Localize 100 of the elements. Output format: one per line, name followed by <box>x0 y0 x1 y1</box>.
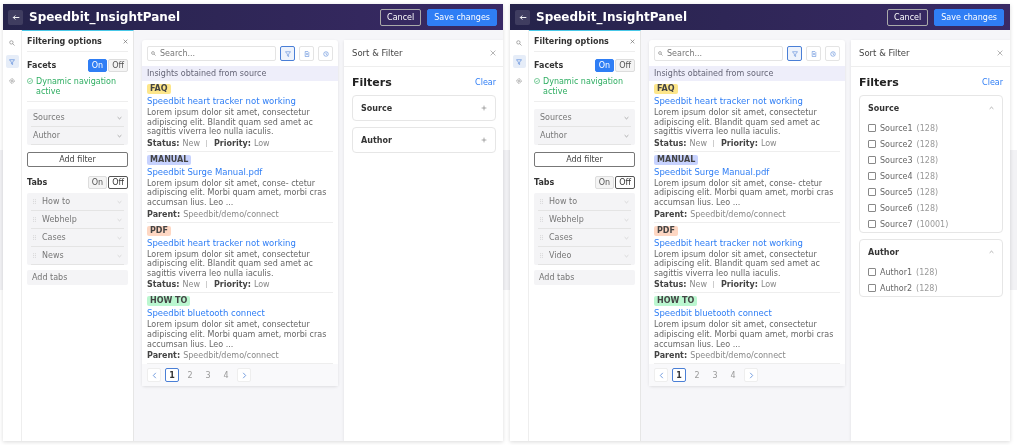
close-icon[interactable] <box>490 50 496 56</box>
tabs-label: Tabs <box>534 178 555 188</box>
facet-dropdown[interactable]: Author <box>538 127 631 146</box>
clock-icon[interactable] <box>825 46 840 61</box>
filter-icon[interactable] <box>787 46 802 61</box>
toggle-option[interactable]: Off <box>108 176 128 190</box>
facet-dropdown[interactable]: Sources <box>31 109 124 128</box>
checkbox[interactable] <box>868 268 876 276</box>
option-count: (128) <box>916 171 939 181</box>
option-count: (10001) <box>916 219 949 229</box>
chevron-up-icon[interactable] <box>989 106 994 110</box>
meta-label: Status: <box>654 280 687 290</box>
previous-page-button[interactable] <box>654 368 668 383</box>
section-title: Source <box>361 103 393 113</box>
type-tag: FAQ <box>654 84 678 94</box>
tab-item[interactable]: Video <box>538 247 631 266</box>
previous-page-button[interactable] <box>147 368 161 383</box>
filter-icon[interactable] <box>512 55 526 68</box>
page-button[interactable]: 2 <box>183 368 197 383</box>
meta-value: New <box>182 138 200 148</box>
checkbox[interactable] <box>868 188 876 196</box>
tab-item[interactable]: News <box>31 247 124 266</box>
tab-item[interactable]: Cases <box>31 229 124 248</box>
next-page-button[interactable] <box>744 368 758 383</box>
checkbox[interactable] <box>868 284 876 292</box>
checkbox[interactable] <box>868 124 876 132</box>
filter-icon[interactable] <box>5 55 19 68</box>
close-icon[interactable] <box>123 38 128 44</box>
meta-label: Status: <box>147 280 180 290</box>
result-link[interactable]: Speedbit bluetooth connect <box>654 308 772 319</box>
add-tabs-field[interactable]: Add tabs <box>27 270 128 286</box>
tab-item[interactable]: How to <box>31 193 124 212</box>
checkbox[interactable] <box>868 156 876 164</box>
result-link[interactable]: Speedbit Surge Manual.pdf <box>654 166 770 177</box>
facet-dropdown[interactable]: Author <box>31 127 124 146</box>
meta-value: New <box>182 280 200 290</box>
tab-item[interactable]: Webhelp <box>538 211 631 230</box>
add-filter-button[interactable]: Add filter <box>534 152 635 168</box>
page-button[interactable]: 3 <box>201 368 215 383</box>
facet-dropdown[interactable]: Sources <box>538 109 631 128</box>
chevron-down-icon <box>624 133 629 138</box>
add-filter-button[interactable]: Add filter <box>27 152 128 168</box>
back-button[interactable] <box>8 9 23 25</box>
panel-title: Sort & Filter <box>859 48 910 58</box>
add-tabs-field[interactable]: Add tabs <box>534 270 635 286</box>
page-button[interactable]: 4 <box>219 368 233 383</box>
toggle-option[interactable]: Off <box>615 176 635 190</box>
search-field[interactable]: Search... <box>147 46 276 61</box>
search-field[interactable]: Search... <box>654 46 783 61</box>
toggle-option[interactable]: On <box>87 59 108 72</box>
close-icon[interactable] <box>997 50 1003 56</box>
meta-label: Priority: <box>720 138 758 148</box>
clear-link[interactable]: Clear <box>982 78 1003 87</box>
clear-link[interactable]: Clear <box>475 78 496 87</box>
chevron-up-icon[interactable] <box>989 250 994 254</box>
facets-label: Facets <box>27 61 57 70</box>
next-page-button[interactable] <box>237 368 251 383</box>
result-link[interactable]: Speedbit Surge Manual.pdf <box>147 166 263 177</box>
page-button[interactable]: 3 <box>708 368 722 383</box>
result-link[interactable]: Speedbit heart tracker not working <box>147 96 296 106</box>
result-link[interactable]: Speedbit heart tracker not working <box>147 237 296 248</box>
page-button[interactable]: 2 <box>690 368 704 383</box>
tab-item[interactable]: Cases <box>538 229 631 248</box>
cancel-button[interactable]: Cancel <box>380 8 422 26</box>
tab-item[interactable]: How to <box>538 193 631 212</box>
page-button[interactable]: 4 <box>726 368 740 383</box>
close-icon[interactable] <box>630 38 635 44</box>
result-snippet: Lorem ipsum dolor sit amet, consectetur adipiscing elit. Blandit quam sed amet ac sagittis viverra leo nulla iaculis. <box>654 108 821 137</box>
toggle-option[interactable]: Off <box>615 59 635 72</box>
result-link[interactable]: Speedbit bluetooth connect <box>147 308 265 319</box>
toggle-option[interactable]: Off <box>108 59 128 72</box>
plus-icon[interactable] <box>481 105 487 111</box>
back-button[interactable] <box>515 9 530 25</box>
tab-item[interactable]: Webhelp <box>31 211 124 230</box>
page-button[interactable]: 1 <box>165 368 179 383</box>
meta-label: Status: <box>654 138 687 148</box>
meta-label: Parent: <box>654 351 688 361</box>
meta-label: Priority: <box>213 280 251 290</box>
plus-icon[interactable] <box>481 137 487 143</box>
result-link[interactable]: Speedbit heart tracker not working <box>654 237 803 248</box>
toggle-option[interactable]: On <box>87 176 108 190</box>
checkbox[interactable] <box>868 140 876 148</box>
checkbox[interactable] <box>868 220 876 228</box>
result-link[interactable]: Speedbit heart tracker not working <box>654 96 803 106</box>
save-button[interactable]: Save changes <box>427 8 497 26</box>
page-button[interactable]: 1 <box>672 368 686 383</box>
back-arrow-icon <box>518 13 527 21</box>
meta-label: Parent: <box>654 209 688 219</box>
save-button[interactable]: Save changes <box>934 8 1004 26</box>
cancel-button[interactable]: Cancel <box>887 8 929 26</box>
document-icon[interactable] <box>806 46 821 61</box>
clock-icon[interactable] <box>318 46 333 61</box>
toggle-option[interactable]: On <box>594 59 615 72</box>
toggle-option[interactable]: On <box>594 176 615 190</box>
check-circle-icon <box>27 78 33 84</box>
document-icon[interactable] <box>299 46 314 61</box>
checkbox[interactable] <box>868 204 876 212</box>
filter-icon[interactable] <box>280 46 295 61</box>
checkbox[interactable] <box>868 172 876 180</box>
chevron-down-icon <box>117 115 122 120</box>
